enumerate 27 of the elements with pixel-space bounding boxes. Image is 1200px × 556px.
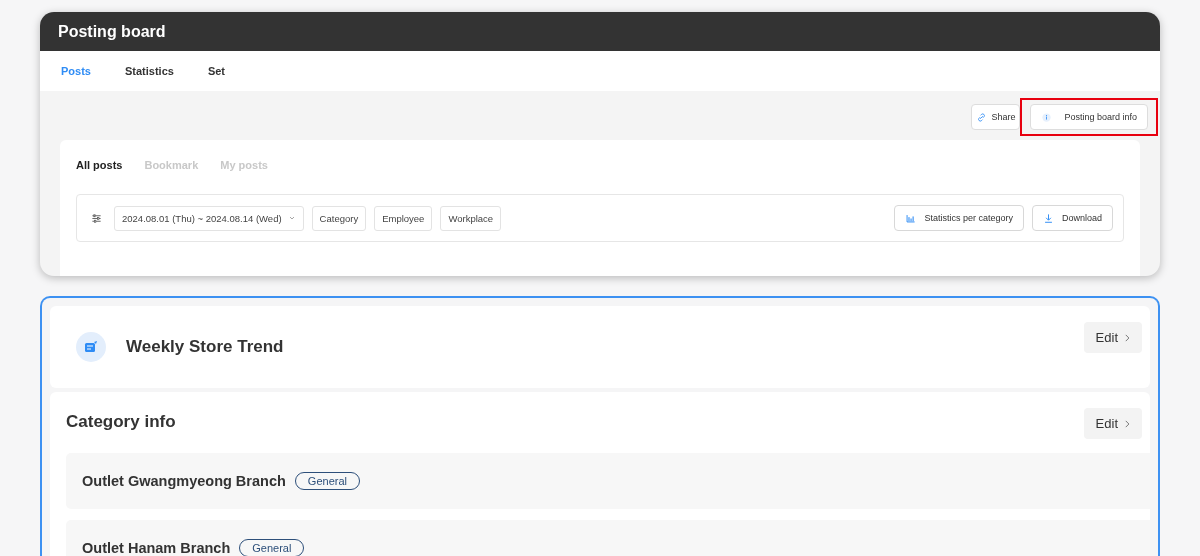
sliders-icon	[91, 212, 102, 224]
download-button[interactable]: Download	[1031, 205, 1113, 231]
filter-tab[interactable]: All posts	[76, 159, 123, 171]
tab[interactable]: Statistics	[115, 61, 183, 81]
category-name: Outlet Hanam Branch	[82, 540, 231, 556]
edit-button[interactable]: Edit	[1083, 408, 1142, 439]
filter-chip[interactable]: Workplace	[440, 205, 502, 231]
board-title: Weekly Store Trend	[126, 337, 284, 357]
filter-chip[interactable]: Category	[311, 205, 367, 231]
statistics-button[interactable]: Statistics per category	[894, 205, 1024, 231]
chevron-right-icon	[1122, 418, 1132, 429]
link-icon	[976, 111, 988, 123]
window-title: Posting board	[58, 22, 166, 41]
edit-button[interactable]: Edit	[1083, 322, 1142, 353]
info-icon	[1041, 111, 1053, 123]
info-button[interactable]: Posting board info	[1030, 104, 1148, 130]
share-button[interactable]: Share	[971, 104, 1021, 130]
chevron-right-icon	[1122, 332, 1132, 343]
date-range-dropdown[interactable]: 2024.08.01 (Thu) ~ 2024.08.14 (Wed)	[114, 205, 304, 231]
filter-chip[interactable]: Employee	[374, 205, 433, 231]
bar-chart-icon	[905, 212, 917, 224]
category-name: Outlet Gwangmyeong Branch	[82, 473, 286, 489]
chevron-down-icon	[287, 214, 296, 222]
section-title: Category info	[66, 412, 176, 432]
board-icon	[76, 332, 106, 362]
download-icon	[1042, 212, 1054, 224]
tab[interactable]: Set	[198, 61, 234, 81]
